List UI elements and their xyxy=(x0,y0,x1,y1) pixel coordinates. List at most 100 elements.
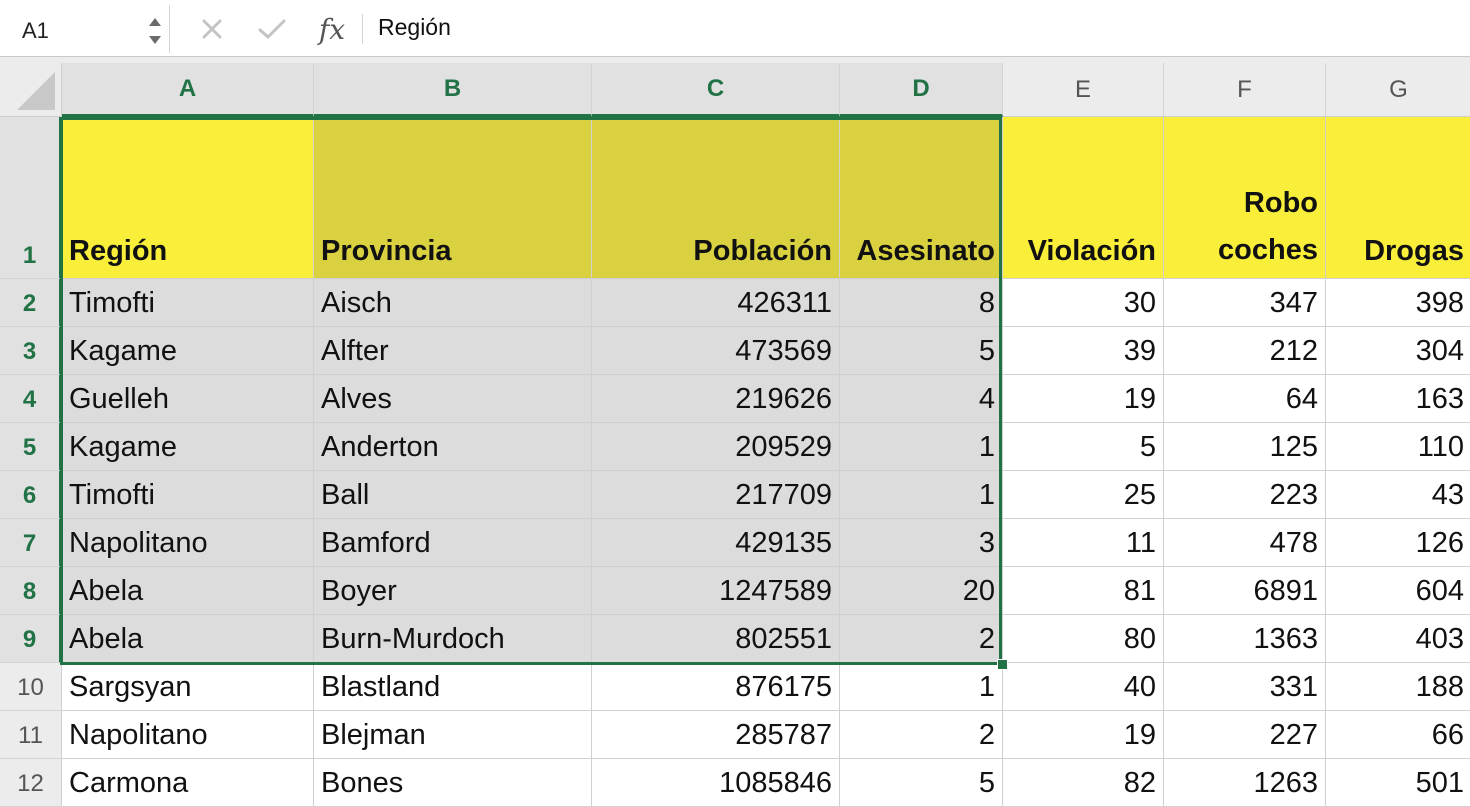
table-cell[interactable]: Boyer xyxy=(314,567,592,615)
header-cell[interactable]: Provincia xyxy=(314,117,592,279)
row-header-8[interactable]: 8 xyxy=(0,567,62,615)
table-cell[interactable]: 20 xyxy=(840,567,1003,615)
column-header-d[interactable]: D xyxy=(840,63,1003,117)
table-cell[interactable]: Napolitano xyxy=(62,711,314,759)
table-cell[interactable]: Burn-Murdoch xyxy=(314,615,592,663)
table-cell[interactable]: 40 xyxy=(1003,663,1164,711)
table-cell[interactable]: Blejman xyxy=(314,711,592,759)
header-cell[interactable]: Robo coches xyxy=(1164,117,1326,279)
header-cell[interactable]: Asesinato xyxy=(840,117,1003,279)
table-cell[interactable]: 8 xyxy=(840,279,1003,327)
column-header-f[interactable]: F xyxy=(1164,63,1326,117)
table-cell[interactable]: 5 xyxy=(1003,423,1164,471)
table-cell[interactable]: Timofti xyxy=(62,471,314,519)
table-cell[interactable]: 80 xyxy=(1003,615,1164,663)
table-cell[interactable]: Bones xyxy=(314,759,592,807)
table-cell[interactable]: Kagame xyxy=(62,423,314,471)
table-cell[interactable]: 304 xyxy=(1326,327,1470,375)
check-icon[interactable] xyxy=(252,5,292,53)
table-cell[interactable]: 64 xyxy=(1164,375,1326,423)
table-cell[interactable]: 501 xyxy=(1326,759,1470,807)
table-cell[interactable]: 163 xyxy=(1326,375,1470,423)
table-cell[interactable]: Guelleh xyxy=(62,375,314,423)
row-header-11[interactable]: 11 xyxy=(0,711,62,759)
row-header-9[interactable]: 9 xyxy=(0,615,62,663)
row-header-7[interactable]: 7 xyxy=(0,519,62,567)
table-cell[interactable]: Bamford xyxy=(314,519,592,567)
table-cell[interactable]: 802551 xyxy=(592,615,840,663)
table-cell[interactable]: 1085846 xyxy=(592,759,840,807)
table-cell[interactable]: Abela xyxy=(62,615,314,663)
table-cell[interactable]: 110 xyxy=(1326,423,1470,471)
table-cell[interactable]: 3 xyxy=(840,519,1003,567)
table-cell[interactable]: 30 xyxy=(1003,279,1164,327)
header-cell[interactable]: Población xyxy=(592,117,840,279)
column-header-b[interactable]: B xyxy=(314,63,592,117)
table-cell[interactable]: Anderton xyxy=(314,423,592,471)
table-cell[interactable]: Napolitano xyxy=(62,519,314,567)
table-cell[interactable]: 219626 xyxy=(592,375,840,423)
table-cell[interactable]: 25 xyxy=(1003,471,1164,519)
column-header-c[interactable]: C xyxy=(592,63,840,117)
formula-input[interactable]: Región xyxy=(378,14,451,41)
table-cell[interactable]: 876175 xyxy=(592,663,840,711)
table-cell[interactable]: Blastland xyxy=(314,663,592,711)
column-header-g[interactable]: G xyxy=(1326,63,1470,117)
table-cell[interactable]: 188 xyxy=(1326,663,1470,711)
table-cell[interactable]: Abela xyxy=(62,567,314,615)
table-cell[interactable]: 604 xyxy=(1326,567,1470,615)
table-cell[interactable]: Kagame xyxy=(62,327,314,375)
table-cell[interactable]: 125 xyxy=(1164,423,1326,471)
name-box[interactable]: A1 xyxy=(0,5,170,53)
name-box-stepper-icon[interactable] xyxy=(146,13,164,49)
row-header-12[interactable]: 12 xyxy=(0,759,62,807)
row-header-2[interactable]: 2 xyxy=(0,279,62,327)
table-cell[interactable]: 1 xyxy=(840,471,1003,519)
table-cell[interactable]: 19 xyxy=(1003,375,1164,423)
row-header-10[interactable]: 10 xyxy=(0,663,62,711)
table-cell[interactable]: 1263 xyxy=(1164,759,1326,807)
table-cell[interactable]: 1 xyxy=(840,423,1003,471)
table-cell[interactable]: Sargsyan xyxy=(62,663,314,711)
table-cell[interactable]: Ball xyxy=(314,471,592,519)
fx-icon[interactable]: fx xyxy=(312,5,352,53)
close-icon[interactable] xyxy=(194,5,230,53)
table-cell[interactable]: Carmona xyxy=(62,759,314,807)
table-cell[interactable]: 473569 xyxy=(592,327,840,375)
table-cell[interactable]: Alfter xyxy=(314,327,592,375)
table-cell[interactable]: 1247589 xyxy=(592,567,840,615)
table-cell[interactable]: Alves xyxy=(314,375,592,423)
row-header-1[interactable]: 1 xyxy=(0,117,62,279)
table-cell[interactable]: 429135 xyxy=(592,519,840,567)
table-cell[interactable]: 331 xyxy=(1164,663,1326,711)
row-header-5[interactable]: 5 xyxy=(0,423,62,471)
table-cell[interactable]: 403 xyxy=(1326,615,1470,663)
table-cell[interactable]: 81 xyxy=(1003,567,1164,615)
table-cell[interactable]: 4 xyxy=(840,375,1003,423)
table-cell[interactable]: 19 xyxy=(1003,711,1164,759)
table-cell[interactable]: 347 xyxy=(1164,279,1326,327)
row-header-6[interactable]: 6 xyxy=(0,471,62,519)
header-cell[interactable]: Violación xyxy=(1003,117,1164,279)
table-cell[interactable]: 39 xyxy=(1003,327,1164,375)
table-cell[interactable]: 66 xyxy=(1326,711,1470,759)
table-cell[interactable]: 2 xyxy=(840,711,1003,759)
column-header-a[interactable]: A xyxy=(62,63,314,117)
table-cell[interactable]: 2 xyxy=(840,615,1003,663)
table-cell[interactable]: 209529 xyxy=(592,423,840,471)
table-cell[interactable]: 217709 xyxy=(592,471,840,519)
row-header-4[interactable]: 4 xyxy=(0,375,62,423)
table-cell[interactable]: 285787 xyxy=(592,711,840,759)
row-header-3[interactable]: 3 xyxy=(0,327,62,375)
table-cell[interactable]: 82 xyxy=(1003,759,1164,807)
table-cell[interactable]: 126 xyxy=(1326,519,1470,567)
select-all-corner[interactable] xyxy=(0,63,62,117)
table-cell[interactable]: 43 xyxy=(1326,471,1470,519)
table-cell[interactable]: Aisch xyxy=(314,279,592,327)
column-header-e[interactable]: E xyxy=(1003,63,1164,117)
table-cell[interactable]: 1 xyxy=(840,663,1003,711)
table-cell[interactable]: 478 xyxy=(1164,519,1326,567)
header-cell[interactable]: Drogas xyxy=(1326,117,1470,279)
table-cell[interactable]: 227 xyxy=(1164,711,1326,759)
fill-handle[interactable] xyxy=(997,659,1008,670)
